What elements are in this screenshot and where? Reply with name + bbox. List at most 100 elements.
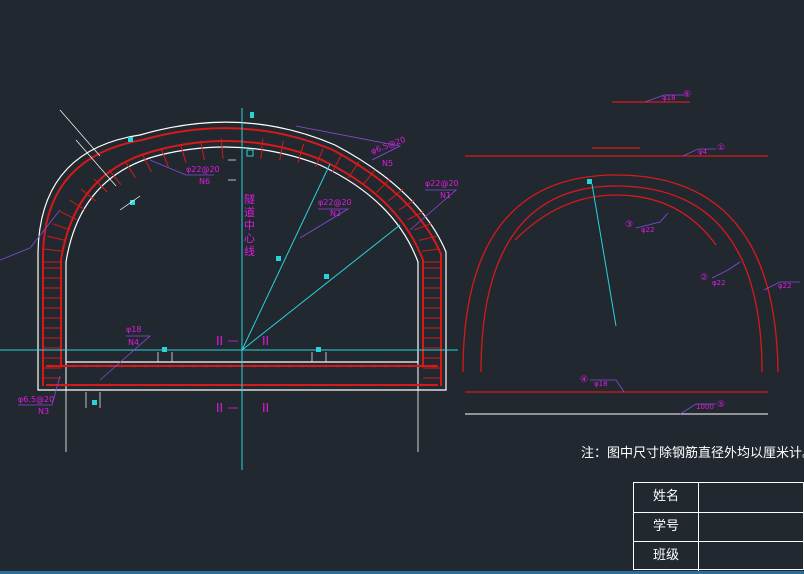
- bar3-arch-inner: [514, 194, 717, 246]
- rebar-dot: [348, 383, 352, 387]
- axis-marker-left: [162, 347, 167, 352]
- stirrup-tick: [200, 140, 205, 161]
- title-block-row-name: 姓名: [634, 483, 803, 512]
- rebar-dot: [180, 364, 184, 368]
- drawing-note: 注：图中尺寸除钢筋直径外均以厘米计。: [581, 446, 804, 461]
- name-value[interactable]: [700, 483, 803, 512]
- rebar-dot: [132, 383, 136, 387]
- rebar-dot: [108, 383, 112, 387]
- rebar-dot: [168, 383, 172, 387]
- title-block-row-class: 班级: [634, 541, 803, 571]
- rebar-dot: [288, 383, 292, 387]
- rebar-dot: [48, 364, 52, 368]
- rebar-dot: [336, 383, 340, 387]
- rebar-dot: [216, 364, 220, 368]
- rebar-dot: [432, 383, 436, 387]
- stirrup-tick: [44, 248, 63, 252]
- rebar-dot: [204, 383, 208, 387]
- rebar-dot: [300, 364, 304, 368]
- rebar-dot: [72, 364, 76, 368]
- label-invert: φ18: [126, 325, 141, 334]
- rebar-dot: [60, 364, 64, 368]
- label-dist-top: φ6.5@20: [370, 135, 407, 156]
- rebar-dot: [120, 383, 124, 387]
- bar2-leader: [711, 261, 741, 279]
- rebar-dot: [180, 383, 184, 387]
- class-label: 班级: [634, 542, 699, 571]
- rebar-dot: [408, 383, 412, 387]
- leader-marker-top: [128, 137, 133, 142]
- stirrup-tick: [421, 248, 440, 252]
- label-left-foot-no: N3: [38, 407, 49, 416]
- rebar-dot: [312, 364, 316, 368]
- rebar-dot: [372, 364, 376, 368]
- rebar-dot: [108, 364, 112, 368]
- bar6-label: φ18: [662, 94, 676, 102]
- bar1-mark: ①: [717, 143, 725, 153]
- rebar-dot: [144, 364, 148, 368]
- bar4-label: φ18: [594, 380, 608, 388]
- bar-detail-marker: [587, 179, 592, 184]
- rebar-dot: [144, 383, 148, 387]
- rebar-dot: [252, 383, 256, 387]
- rebar-dot: [132, 364, 136, 368]
- rebar-dot: [420, 364, 424, 368]
- rebar-dot: [372, 383, 376, 387]
- label-right-main: φ22@20: [425, 179, 459, 188]
- rebar-dot: [324, 383, 328, 387]
- rebar-dot: [396, 364, 400, 368]
- radius-line-2: [241, 224, 401, 351]
- student-id-value[interactable]: [700, 513, 803, 542]
- radius-marker-1: [276, 256, 281, 261]
- center-marker: [246, 149, 254, 157]
- rebar-dot: [384, 364, 388, 368]
- section-mark-1: II: [216, 334, 223, 348]
- bar8-label: 1000: [696, 403, 714, 411]
- rebar-dot: [396, 383, 400, 387]
- label-crown-main-no: N6: [199, 177, 210, 186]
- label-invert-no: N4: [128, 338, 139, 347]
- rebar-dot: [96, 383, 100, 387]
- rebar-dot: [96, 364, 100, 368]
- tunnel-section: 隧道中心线 II II II II φ22@20 N6 φ22@20 N2 φ2…: [0, 108, 459, 470]
- section-mark-3: II: [216, 401, 223, 415]
- centerline-label: 隧道中心线: [244, 192, 255, 258]
- bar-detail-radius: [591, 183, 617, 327]
- rebar-dot: [336, 364, 340, 368]
- bar1-label: φ4: [698, 148, 708, 156]
- rebar-dot: [60, 383, 64, 387]
- radius-marker-2: [324, 274, 329, 279]
- rebar-dot: [324, 364, 328, 368]
- title-block: 姓名 学号 班级: [633, 482, 804, 571]
- rebar-dot: [216, 383, 220, 387]
- rebar-dot: [84, 364, 88, 368]
- axis-marker-right: [316, 347, 321, 352]
- bar2-arch-outer: [462, 174, 779, 373]
- bar2-mark: ②: [700, 273, 708, 283]
- label-dist-top-no: N5: [382, 159, 393, 168]
- label-left-foot: φ6.5@20: [18, 395, 54, 404]
- rebar-dot: [348, 364, 352, 368]
- name-label: 姓名: [634, 483, 699, 512]
- stirrup-tick: [47, 235, 66, 241]
- radius-line-1: [241, 163, 331, 351]
- rebar-dot: [228, 364, 232, 368]
- rebar-dot: [360, 364, 364, 368]
- rebar-dot: [192, 383, 196, 387]
- bar4-mark: ④: [580, 375, 588, 385]
- rebar-labels: φ22@20 N6 φ22@20 N2 φ22@20 N1 φ6.5@20 N5…: [18, 135, 459, 416]
- class-value[interactable]: [700, 542, 803, 571]
- rebar-dot: [288, 364, 292, 368]
- rebar-dot: [120, 364, 124, 368]
- bar8-mark: ⑤: [717, 400, 725, 410]
- student-id-label: 学号: [634, 513, 699, 542]
- rebar-dot: [72, 383, 76, 387]
- rebar-dot: [312, 383, 316, 387]
- rebar-dot: [48, 383, 52, 387]
- stirrup-tick: [180, 143, 187, 164]
- rebar-dot: [168, 364, 172, 368]
- title-block-row-id: 学号: [634, 512, 803, 542]
- rebar-dot: [276, 364, 280, 368]
- rebar-dot: [420, 383, 424, 387]
- rebar-dot: [264, 383, 268, 387]
